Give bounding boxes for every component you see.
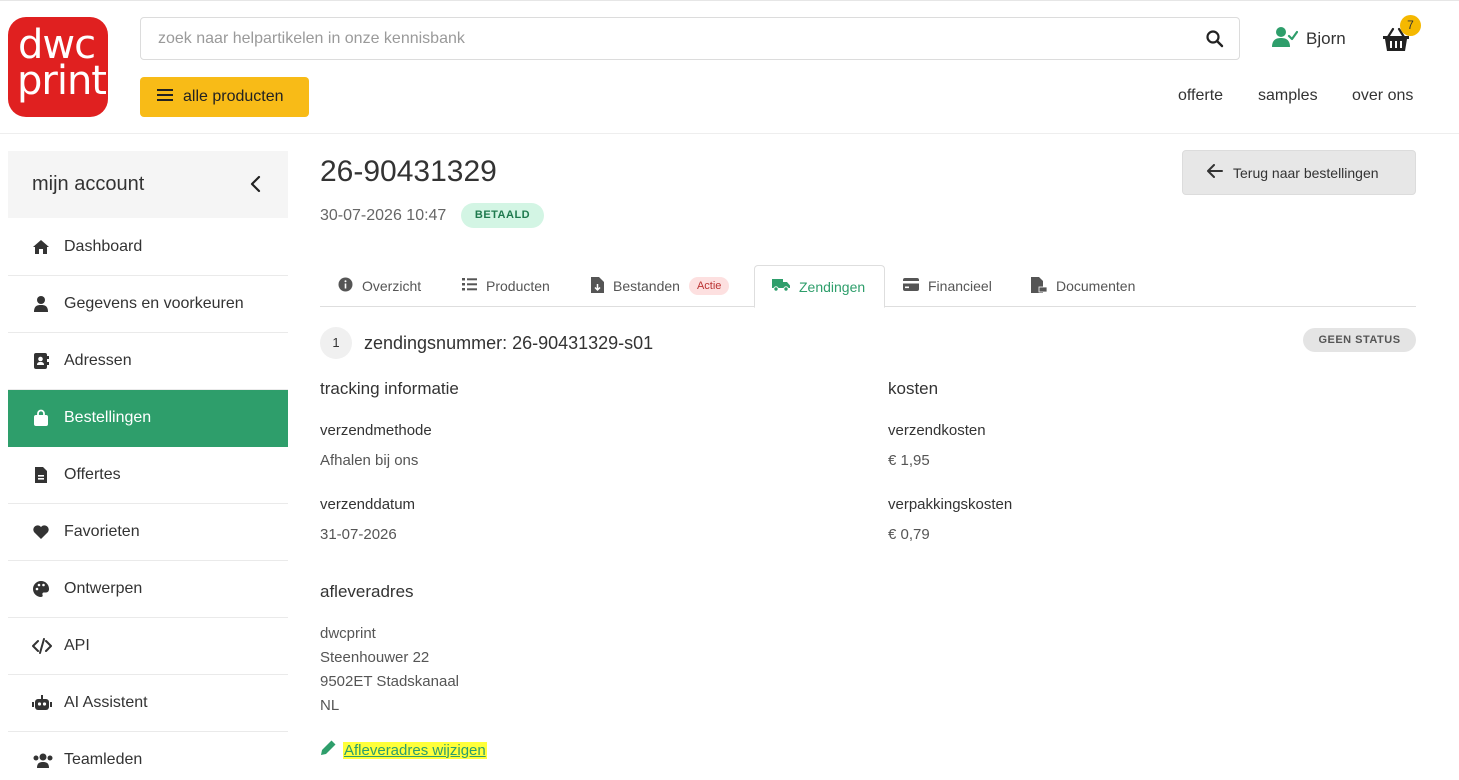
sidebar-item-label: Favorieten [64, 523, 140, 540]
hamburger-icon [157, 88, 173, 107]
sidebar-item-label: Teamleden [64, 751, 143, 768]
tab-zendingen[interactable]: Zendingen [754, 265, 885, 308]
order-datetime: 30-07-2026 10:47 [320, 207, 447, 224]
user-name: Bjorn [1306, 29, 1346, 48]
nav-samples[interactable]: samples [1258, 87, 1318, 105]
file-icon [591, 276, 604, 296]
nav-over-ons[interactable]: over ons [1352, 87, 1413, 105]
cart-button[interactable]: 7 [1381, 15, 1421, 56]
user-icon [32, 295, 50, 313]
tab-label: Financieel [928, 278, 992, 294]
shipping-cost-value: € 1,95 [888, 452, 930, 469]
heart-icon [32, 523, 50, 541]
sidebar-title: mijn account [32, 173, 145, 195]
tab-financieel[interactable]: Financieel [903, 265, 992, 307]
order-tabs: Overzicht Producten Bestanden Actie Zend… [320, 265, 1416, 308]
tab-label: Bestanden [613, 278, 680, 294]
costs-heading: kosten [888, 379, 939, 398]
sidebar-item-label: Dashboard [64, 238, 143, 255]
sidebar-item-dashboard[interactable]: Dashboard [8, 219, 288, 276]
edit-address-link[interactable]: Afleveradres wijzigen [320, 739, 487, 761]
address-heading: afleveradres [320, 582, 414, 601]
header-divider [0, 133, 1459, 134]
tab-label: Overzicht [362, 278, 422, 294]
sidebar-item-label: AI Assistent [64, 694, 148, 711]
list-icon [462, 278, 477, 294]
sidebar-item-bestellingen[interactable]: Bestellingen [8, 390, 288, 447]
user-check-icon [1272, 26, 1299, 53]
date-label: verzenddatum [320, 496, 416, 513]
all-products-label: alle producten [183, 88, 284, 105]
credit-card-icon [903, 278, 919, 294]
sidebar-item-adressen[interactable]: Adressen [8, 333, 288, 390]
tab-producten[interactable]: Producten [462, 265, 550, 307]
sidebar-item-label: API [64, 637, 90, 654]
sidebar-item-favorieten[interactable]: Favorieten [8, 504, 288, 561]
info-icon [338, 277, 353, 295]
edit-address-label: Afleveradres wijzigen [343, 741, 487, 759]
method-value: Afhalen bij ons [320, 452, 419, 469]
sidebar-item-teamleden[interactable]: Teamleden [8, 732, 288, 780]
address-line: NL [320, 697, 340, 714]
sidebar-item-gegevens[interactable]: Gegevens en voorkeuren [8, 276, 288, 333]
packaging-cost-value: € 0,79 [888, 526, 930, 543]
truck-icon [772, 278, 790, 295]
search-icon[interactable] [1205, 29, 1225, 49]
tab-overzicht[interactable]: Overzicht [338, 265, 421, 307]
sidebar-item-label: Ontwerpen [64, 580, 143, 597]
method-label: verzendmethode [320, 422, 432, 439]
all-products-button[interactable]: alle producten [140, 77, 309, 117]
arrow-left-icon [1207, 164, 1223, 181]
back-button-label: Terug naar bestellingen [1233, 164, 1379, 181]
nav-offerte[interactable]: offerte [1178, 87, 1223, 105]
shipment-title: zendingsnummer: 26-90431329-s01 [364, 333, 654, 353]
sidebar-header: mijn account [8, 151, 288, 218]
cart-count-badge: 7 [1400, 15, 1421, 36]
sidebar-item-ai-assistent[interactable]: AI Assistent [8, 675, 288, 732]
sidebar-item-label: Bestellingen [64, 409, 152, 426]
home-icon [32, 238, 50, 256]
tab-label: Producten [486, 278, 550, 294]
document-icon [32, 466, 50, 484]
order-number: 26-90431329 [320, 155, 497, 188]
palette-icon [32, 580, 50, 598]
sidebar-item-ontwerpen[interactable]: Ontwerpen [8, 561, 288, 618]
shipment-status-badge: GEEN STATUS [1303, 328, 1416, 352]
code-icon [32, 637, 52, 655]
user-account-link[interactable]: Bjorn [1272, 26, 1346, 52]
sidebar-item-label: Adressen [64, 352, 132, 369]
sidebar-item-label: Offertes [64, 466, 121, 483]
chevron-left-icon[interactable] [248, 175, 264, 193]
tracking-heading: tracking informatie [320, 379, 459, 398]
sidebar-item-api[interactable]: API [8, 618, 288, 675]
payment-status-badge: BETAALD [461, 203, 544, 228]
pdf-icon [1031, 276, 1048, 296]
search-input[interactable] [142, 19, 1192, 58]
logo-line-2: print [17, 58, 107, 104]
back-to-orders-button[interactable]: Terug naar bestellingen [1182, 150, 1416, 195]
users-icon [32, 751, 53, 769]
action-badge: Actie [688, 277, 730, 295]
search-bar [140, 17, 1240, 60]
address-line: Steenhouwer 22 [320, 649, 430, 666]
tab-label: Zendingen [799, 278, 866, 295]
shipping-cost-label: verzendkosten [888, 422, 986, 439]
tab-documenten[interactable]: Documenten [1031, 265, 1135, 307]
address-line: 9502ET Stadskanaal [320, 673, 459, 690]
shopping-bag-icon [32, 409, 50, 427]
robot-icon [32, 694, 52, 712]
tab-bestanden[interactable]: Bestanden Actie [591, 265, 730, 307]
tab-label: Documenten [1056, 278, 1136, 294]
pencil-icon [320, 739, 337, 761]
sidebar-item-label: Gegevens en voorkeuren [64, 295, 244, 312]
address-book-icon [32, 352, 50, 370]
sidebar-item-offertes[interactable]: Offertes [8, 447, 288, 504]
address-line: dwcprint [320, 625, 376, 642]
top-border [0, 0, 1459, 1]
date-value: 31-07-2026 [320, 526, 397, 543]
dwcprint-logo[interactable]: dwc print [8, 17, 108, 117]
packaging-cost-label: verpakkingskosten [888, 496, 1013, 513]
shipment-index: 1 [320, 327, 352, 359]
